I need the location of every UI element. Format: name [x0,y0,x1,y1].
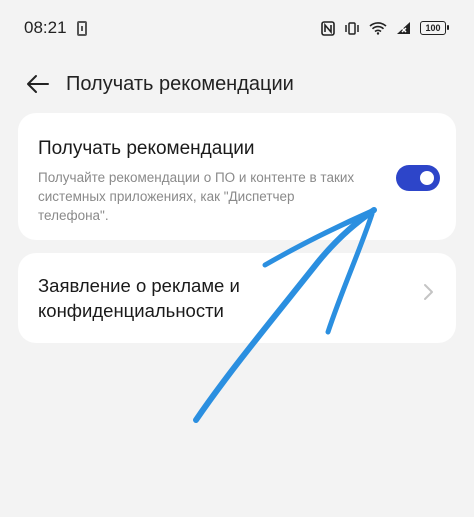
recommendations-title: Получать рекомендации [38,138,255,159]
toggle-knob [420,171,434,185]
page-title: Получать рекомендации [66,72,294,95]
recommendations-description: Получайте рекомендации о ПО и контенте в… [38,170,355,223]
chevron-right-icon [424,284,433,300]
nfc-icon [321,20,335,36]
battery-icon: 100 [420,21,449,35]
recommendations-card: Получать рекомендации Получайте рекоменд… [18,113,456,240]
privacy-statement-item[interactable]: Заявление о рекламе и конфиденциальности [18,253,456,343]
recommendations-toggle[interactable] [396,165,440,191]
status-left: 08:21 [24,18,87,38]
wifi-icon [369,21,387,35]
sim-card-icon [76,20,87,36]
status-time: 08:21 [24,18,67,37]
status-right: 100 [321,20,449,36]
arrow-left-icon [27,75,49,93]
back-button[interactable] [24,70,52,98]
no-signal-icon [396,21,411,35]
privacy-statement-label: Заявление о рекламе и конфиденциальности [38,275,240,321]
status-bar: 08:21 100 [0,0,474,56]
vibrate-icon [344,21,360,36]
page-header: Получать рекомендации [0,62,474,106]
